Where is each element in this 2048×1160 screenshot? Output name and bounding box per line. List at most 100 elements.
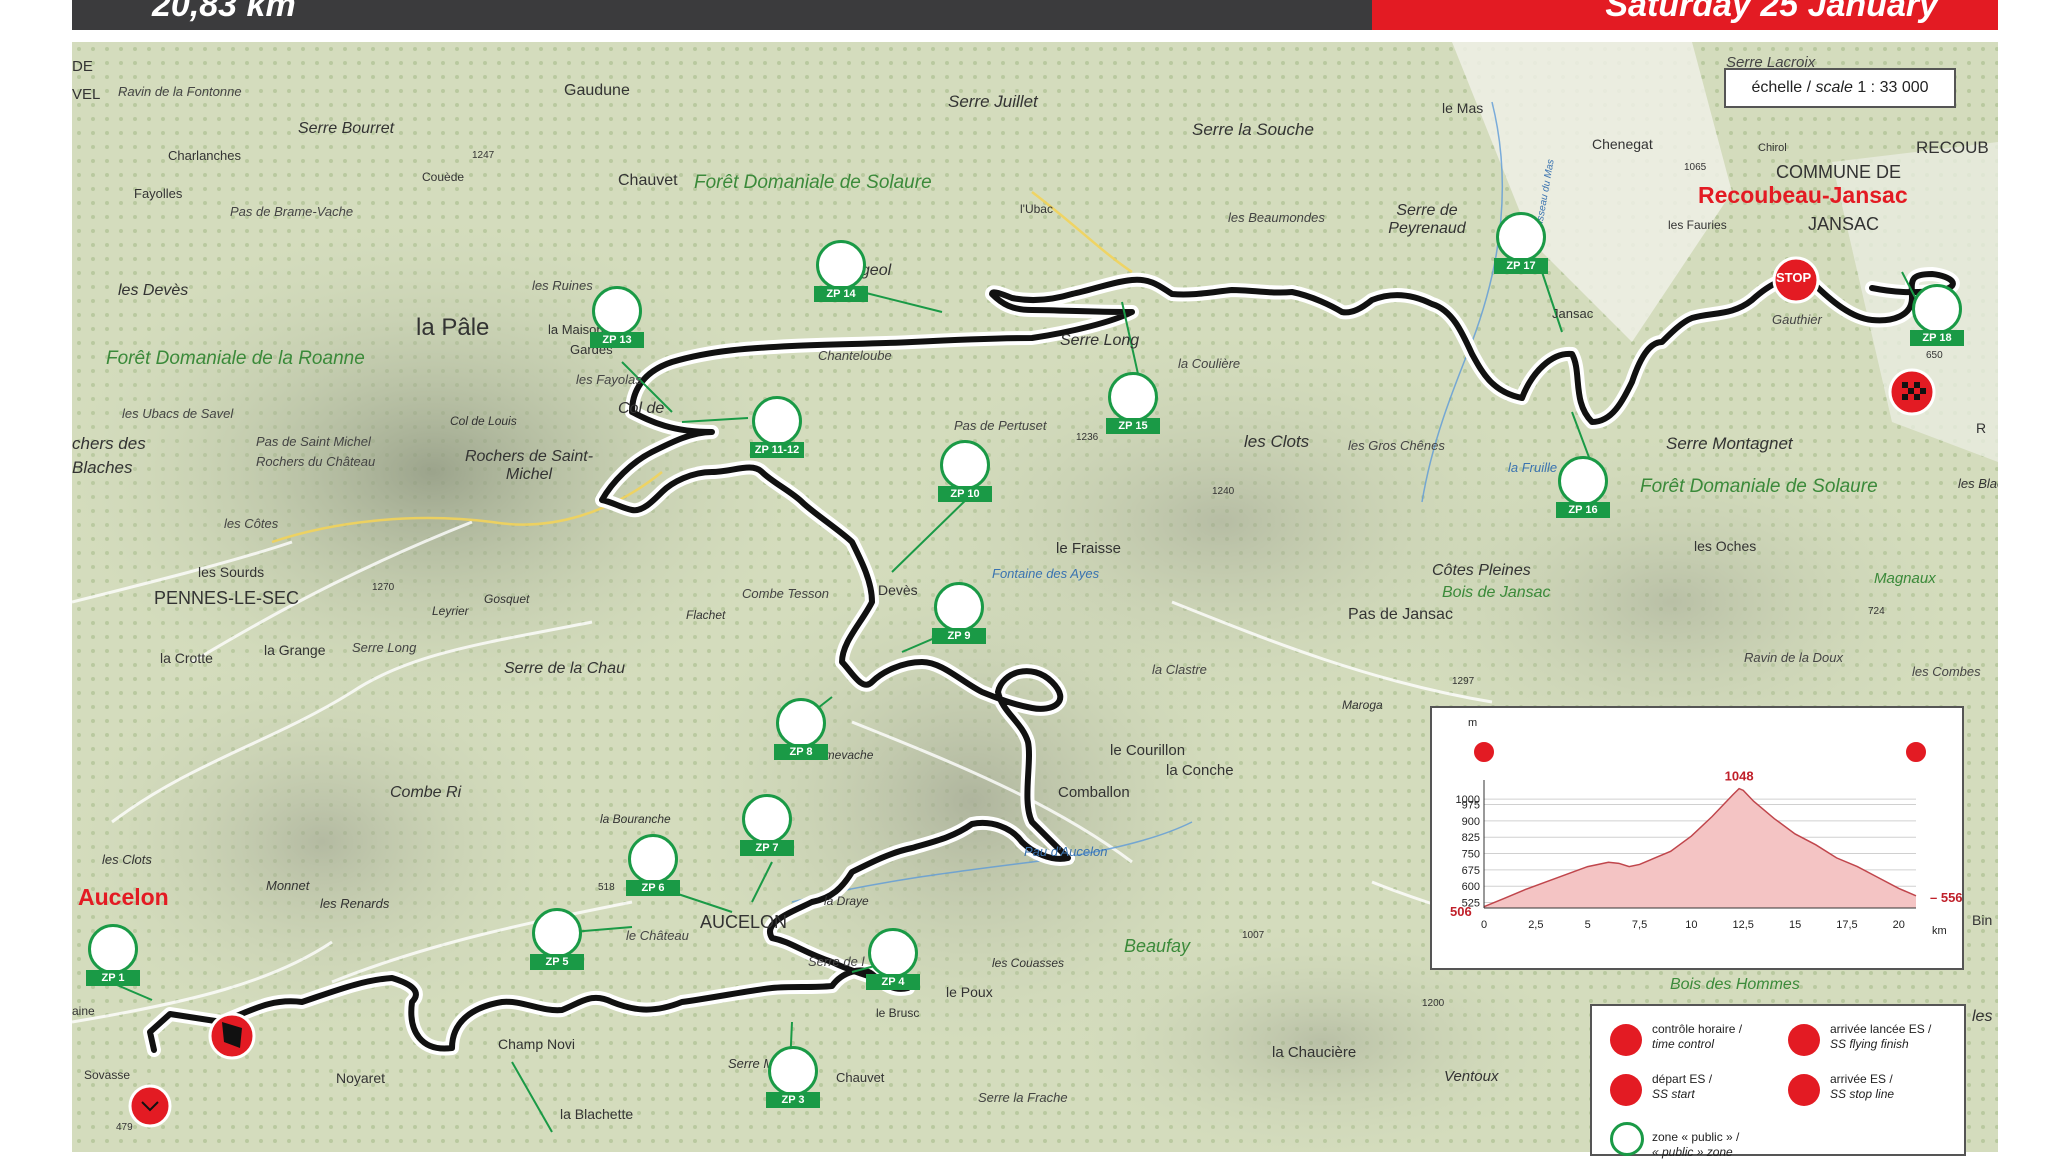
x-tick-label: 2,5 xyxy=(1528,919,1543,931)
place-label: Ravin de la Doux xyxy=(1744,650,1843,665)
x-tick-label: 15 xyxy=(1789,919,1801,931)
place-label: Comballon xyxy=(1058,784,1130,801)
forest-label: Forêt Domaniale de la Roanne xyxy=(106,348,365,369)
place-label: l'Ubac xyxy=(1020,202,1053,216)
y-axis-label: m xyxy=(1468,717,1477,729)
zone-marker[interactable]: ZP 1 xyxy=(86,924,140,992)
place-label: Magnaux xyxy=(1874,570,1936,587)
peak-label: 1048 xyxy=(1725,769,1754,784)
spectator-icon xyxy=(940,440,990,490)
place-label: Serre Long xyxy=(1060,332,1140,349)
y-tick-label: 900 xyxy=(1462,816,1480,828)
place-label: les Clots xyxy=(102,852,152,867)
map[interactable]: Forêt Domaniale de Solaure Forêt Domania… xyxy=(72,42,1998,1152)
spot-height: 1297 xyxy=(1452,676,1475,687)
place-label: la Fruille xyxy=(1508,460,1558,475)
place-label: le Poux xyxy=(946,984,993,1000)
place-label: les Oches xyxy=(1694,538,1757,554)
time-control-icon xyxy=(128,1084,172,1128)
place-label: Couède xyxy=(422,170,465,184)
x-axis-label: km xyxy=(1932,925,1947,937)
place-label: Pau d'Aucelon xyxy=(1024,844,1108,859)
place-label: Serre Montagnet xyxy=(1666,434,1793,453)
place-label: le Courillon xyxy=(1110,742,1186,759)
place-label: Pas de Pertuset xyxy=(954,418,1047,433)
profile-area xyxy=(1484,788,1916,908)
x-tick-label: 20 xyxy=(1893,919,1905,931)
place-label: Fayolles xyxy=(134,186,183,201)
zone-marker[interactable]: ZP 7 xyxy=(740,794,794,862)
place-label: la Clastre xyxy=(1152,662,1207,677)
zone-marker[interactable]: ZP 10 xyxy=(938,440,992,508)
spectator-icon xyxy=(776,698,826,748)
zone-marker[interactable]: ZP 13 xyxy=(590,286,644,354)
zone-marker[interactable]: ZP 17 xyxy=(1494,212,1548,280)
zone-marker[interactable]: ZP 9 xyxy=(932,582,986,650)
place-label: Maroga xyxy=(1342,698,1383,712)
y-tick-label: 825 xyxy=(1462,832,1480,844)
place-label: Serre de la Chau xyxy=(504,660,625,677)
place-label: Serre Juillet xyxy=(948,92,1038,111)
place-label: les Sourds xyxy=(198,564,265,580)
place-label: la Grange xyxy=(264,642,326,658)
place-label: Serre la Frache xyxy=(978,1090,1068,1105)
y-tick-label: 600 xyxy=(1462,881,1480,893)
legend: contrôle horaire / time control arrivée l… xyxy=(1590,1004,1966,1159)
x-tick-label: 7,5 xyxy=(1632,919,1647,931)
spectator-icon xyxy=(1912,284,1962,334)
place-label: Rochers de Saint-Michel xyxy=(464,448,594,483)
place-label: R xyxy=(1976,420,1987,436)
zone-marker[interactable]: ZP 6 xyxy=(626,834,680,902)
legend-item: arrivée lancée ES / SS flying finish xyxy=(1830,1022,1932,1051)
place-label: Champ Novi xyxy=(498,1036,576,1052)
place-label: le Brusc xyxy=(876,1006,920,1020)
zone-marker[interactable]: ZP 18 xyxy=(1910,284,1964,352)
zone-marker[interactable]: ZP 8 xyxy=(774,698,828,766)
place-label: le Mas xyxy=(1442,100,1484,116)
spot-height: 1200 xyxy=(1422,998,1445,1009)
spectator-icon xyxy=(1108,372,1158,422)
place-label: les Devès xyxy=(118,282,189,299)
elevation-chart: 52560067575082590097510000 2,5 5 7,5 10 12,5 1… xyxy=(1450,717,1963,937)
spectator-icon xyxy=(532,908,582,958)
place-label: la Chaucière xyxy=(1272,1044,1357,1061)
spectator-icon xyxy=(1496,212,1546,262)
start-town: Aucelon xyxy=(78,884,169,910)
place-label: Gauthier xyxy=(1772,312,1822,327)
place-label: Flachet xyxy=(686,608,726,622)
zone-marker[interactable]: ZP 4 xyxy=(866,928,920,996)
forest-label: Forêt Domaniale de Solaure xyxy=(694,172,932,193)
place-label: chers des xyxy=(72,434,146,453)
place-label: Combe Ri xyxy=(390,784,462,801)
zone-marker[interactable]: ZP 5 xyxy=(530,908,584,976)
place-label: Chenegat xyxy=(1592,136,1653,152)
ss-start-icon xyxy=(1472,740,1496,764)
zone-marker[interactable]: ZP 3 xyxy=(766,1046,820,1114)
legend-item: arrivée ES / SS stop line xyxy=(1830,1072,1895,1101)
spectator-icon xyxy=(768,1046,818,1096)
zone-marker[interactable]: ZP 14 xyxy=(814,240,868,308)
place-label: RECOUB xyxy=(1916,138,1989,157)
spectator-icon xyxy=(1558,456,1608,506)
place-label: Noyaret xyxy=(336,1070,386,1086)
x-tick-label: 12,5 xyxy=(1733,919,1754,931)
place-label: PENNES-LE-SEC xyxy=(154,588,300,608)
place-label: Devès xyxy=(878,582,918,598)
zone-marker[interactable]: ZP 11-12 xyxy=(750,396,804,464)
spectator-icon xyxy=(816,240,866,290)
spot-height: 1065 xyxy=(1684,162,1707,173)
place-label: les Fayolas xyxy=(576,372,642,387)
end-elevation-label: – 556 xyxy=(1930,890,1962,905)
zone-marker[interactable]: ZP 16 xyxy=(1556,456,1610,524)
place-label: Pas de Saint Michel xyxy=(256,434,371,449)
zone-marker[interactable]: ZP 15 xyxy=(1106,372,1160,440)
place-label: Ventoux xyxy=(1444,1068,1499,1085)
scale-italic: scale xyxy=(1815,79,1853,96)
forest-label: Bois des Hommes xyxy=(1670,976,1800,993)
place-label: les Beaumondes xyxy=(1228,210,1325,225)
place-label: Côtes Pleines xyxy=(1432,562,1531,579)
place-label: Serre de Peyrenaud xyxy=(1388,202,1466,237)
place-label: Chirol xyxy=(1758,142,1787,154)
forest-label: Bois de Jansac xyxy=(1442,584,1551,601)
place-label: les Ruines xyxy=(532,278,593,293)
